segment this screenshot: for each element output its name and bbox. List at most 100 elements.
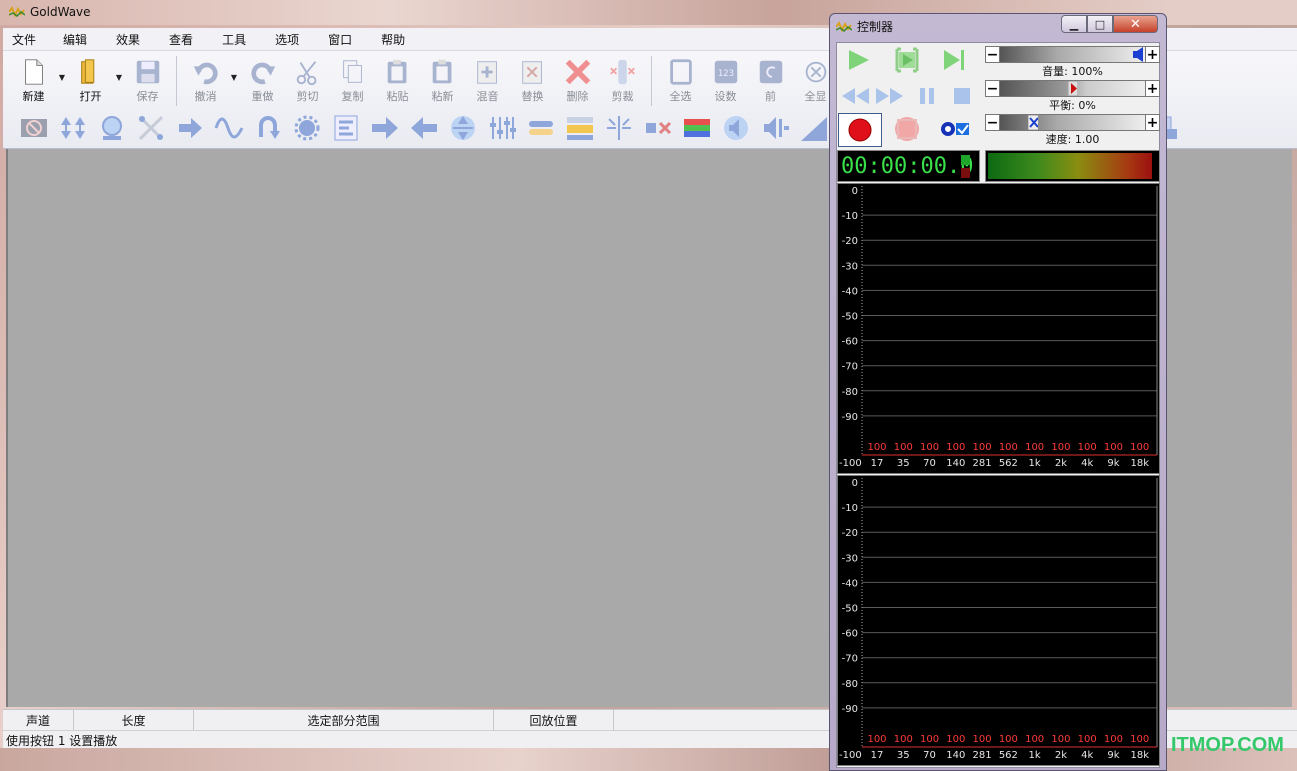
toolbar-button-5[interactable]: 剪切 [285,56,330,108]
peak-label: 100 [1078,442,1097,453]
spectrum-left-plot: 0 -10 -20 -30 -40 -50 -60 -70 -80 -90 -100 100 17 100… [839,186,1158,469]
color-spectrum-icon[interactable] [682,114,712,142]
rewind-button[interactable] [840,82,872,110]
close-button[interactable]: ✕ [1113,15,1158,33]
speed-thumb-icon[interactable] [1028,115,1039,130]
toolbar-separator [176,56,177,106]
stop-button[interactable] [948,82,976,110]
toolbar-button-8[interactable]: 粘新 [420,56,465,108]
menu-2[interactable]: 效果 [107,31,160,48]
volume-decrease-button[interactable]: − [985,46,1000,63]
frequency-label: 281 [973,750,992,761]
silence-cut-icon[interactable] [604,114,634,142]
play-button[interactable] [844,46,872,74]
volume-track[interactable] [1000,46,1145,63]
record-button[interactable] [838,113,882,147]
toolbar-button-14[interactable]: 123 设数 [703,56,748,108]
record-selection-icon [895,117,919,141]
menu-3[interactable]: 查看 [160,31,213,48]
toolbar-button-10[interactable]: 替换 [510,56,555,108]
record-selection-button[interactable] [893,115,921,143]
fader-mixer-icon[interactable] [487,114,517,142]
pitch-icon[interactable] [526,114,556,142]
stop-icon [954,88,970,104]
play-to-end-button[interactable] [940,46,968,74]
pause-button[interactable] [913,82,941,110]
minimize-button[interactable]: ▁ [1061,15,1087,33]
menu-1[interactable]: 编辑 [54,31,107,48]
volume-increase-button[interactable]: + [1145,46,1160,63]
menu-0[interactable]: 文件 [3,31,54,48]
frequency-label: 35 [897,750,910,761]
play-selection-button[interactable] [893,46,921,74]
status-length: 长度 [74,710,194,730]
toolbar-button-11[interactable]: 删除 [555,56,600,108]
fast-forward-button[interactable] [874,82,906,110]
db-tick-label: -50 [842,604,858,615]
balance-slider[interactable]: − + 平衡: 0% [985,78,1160,112]
speed-label: 速度: 1.00 [1045,133,1100,146]
toolbar-button-12[interactable]: 剪裁 [600,56,645,108]
speaker-balance-icon[interactable] [760,114,790,142]
peak-label: 100 [1025,442,1044,453]
db-tick-label: -40 [842,286,858,297]
set-marker-icon: 123 [711,56,741,88]
peak-label: 100 [973,442,992,453]
speed-increase-button[interactable]: + [1145,114,1160,131]
balance-decrease-button[interactable]: − [985,80,1000,97]
spectrum-filter-icon[interactable] [331,114,361,142]
right-arrow-icon[interactable] [370,114,400,142]
mix-icon [473,56,503,88]
toolbar-button-7[interactable]: 粘贴 [375,56,420,108]
stop-effect-icon[interactable] [19,114,49,142]
speed-slider[interactable]: − + 速度: 1.00 [985,112,1160,146]
volume-change-icon[interactable] [58,114,88,142]
volume-slider[interactable]: − + 音量: 100% [985,44,1160,78]
wave-shape-icon[interactable] [214,114,244,142]
speed-track[interactable] [1000,114,1145,131]
vertical-fit-icon[interactable] [448,114,478,142]
speed-decrease-button[interactable]: − [985,114,1000,131]
left-arrow-icon[interactable] [409,114,439,142]
menu-7[interactable]: 帮助 [372,31,425,48]
toolbar-button-13[interactable]: 全选 [658,56,703,108]
toolbar-button-15[interactable]: 前 [748,56,793,108]
toolbar-button-1[interactable]: 打开 [68,56,113,108]
volume-speaker-icon[interactable] [1133,47,1143,62]
forward-icon[interactable] [175,114,205,142]
db-tick-label: -30 [842,553,858,564]
record-options-button[interactable] [940,115,974,143]
menu-4[interactable]: 工具 [213,31,266,48]
dropdown-arrow-icon[interactable]: ▼ [56,56,68,108]
balance-increase-button[interactable]: + [1145,80,1160,97]
time-warp-icon[interactable] [565,114,595,142]
toolbar-button-9[interactable]: 混音 [465,56,510,108]
db-tick-label: 0 [852,478,858,489]
channel-swap-icon[interactable] [643,114,673,142]
speaker-volume-icon[interactable] [721,114,751,142]
balance-thumb-icon[interactable] [1067,81,1078,96]
toolbar-button-4[interactable]: 重做 [240,56,285,108]
peak-label: 100 [867,734,886,745]
new-file-icon [19,56,49,88]
balance-track[interactable] [1000,80,1145,97]
noise-reduction-icon[interactable] [136,114,166,142]
open-folder-icon [76,56,106,88]
controller-title-bar[interactable]: 控制器 [836,18,893,35]
toolbar-button-0[interactable]: 新建 [11,56,56,108]
repeat-return-icon[interactable] [253,114,283,142]
dropdown-arrow-icon[interactable]: ▼ [228,56,240,108]
equalizer-gear-icon[interactable] [292,114,322,142]
menu-6[interactable]: 窗口 [319,31,372,48]
menu-5[interactable]: 选项 [266,31,319,48]
fade-in-icon[interactable] [799,114,829,142]
dropdown-arrow-icon[interactable]: ▼ [113,56,125,108]
peak-label: 100 [1130,442,1149,453]
peak-label: 100 [1104,734,1123,745]
toolbar-button-2[interactable]: 保存 [125,56,170,108]
toolbar-button-6[interactable]: 复制 [330,56,375,108]
maximize-button[interactable]: □ [1087,15,1113,33]
toolbar-button-3[interactable]: 撤消 [183,56,228,108]
db-tick-label: -90 [842,412,858,423]
doppler-icon[interactable] [97,114,127,142]
